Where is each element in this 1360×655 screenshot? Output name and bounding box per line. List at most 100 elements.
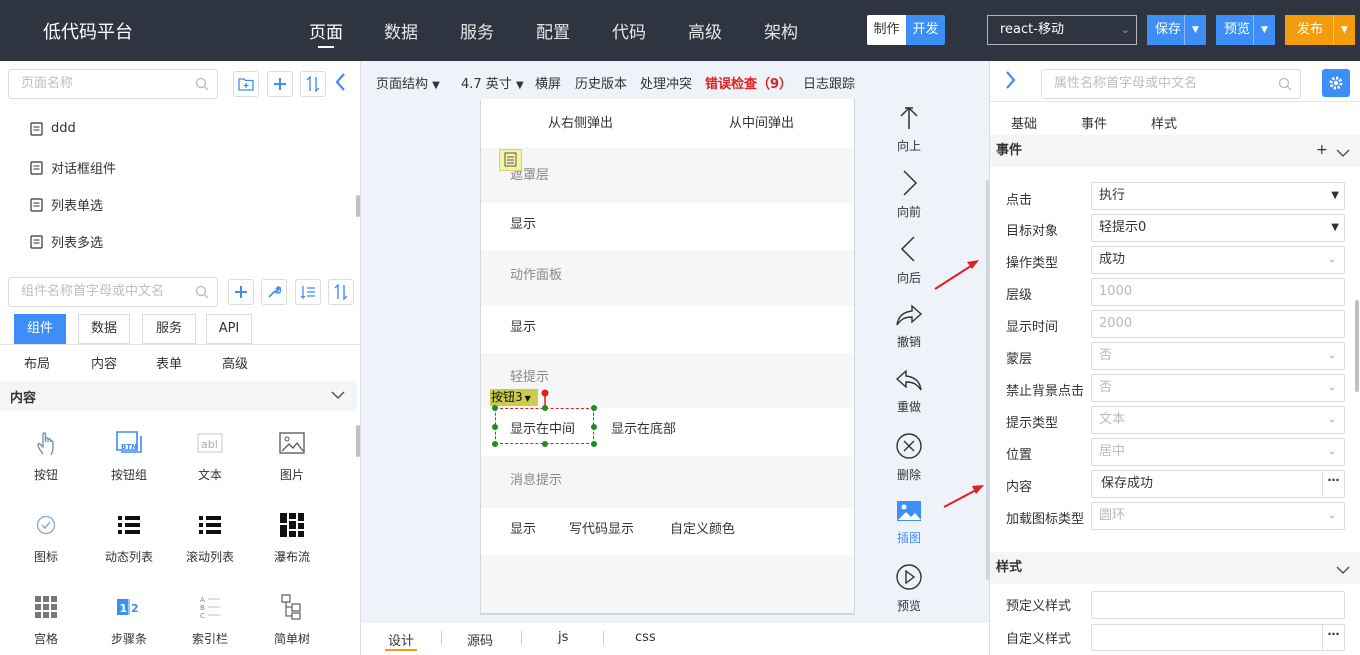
more-icon[interactable]: ⋯	[1322, 471, 1344, 497]
tab-source[interactable]: 源码	[467, 630, 493, 649]
page-search-input[interactable]: 页面名称	[8, 69, 218, 99]
component-marker-icon[interactable]	[499, 149, 522, 171]
z-index-input[interactable]: 1000	[1091, 278, 1345, 306]
subcat-layout[interactable]: 布局	[24, 353, 50, 372]
nav-advanced[interactable]: 高级	[688, 18, 722, 43]
property-search-input[interactable]: 属性名称首字母或中文名	[1041, 69, 1301, 99]
landscape-button[interactable]: 横屏	[535, 73, 561, 92]
prop-tab-style[interactable]: 样式	[1151, 113, 1177, 132]
nav-page[interactable]: 页面	[309, 18, 343, 43]
add-folder-button[interactable]	[233, 71, 259, 97]
tab-service[interactable]: 服务	[142, 314, 196, 344]
phone-preview[interactable]: 从右侧弹出 从中间弹出 遮罩层 显示 动作面板 显示 轻提示 显示在中间 显示在…	[480, 99, 855, 614]
nav-code[interactable]: 代码	[612, 18, 646, 43]
predefined-style-input[interactable]	[1091, 591, 1345, 619]
nav-config[interactable]: 配置	[536, 18, 570, 43]
component-button[interactable]: 按钮	[11, 426, 81, 483]
move-up-button[interactable]: 向上	[893, 105, 925, 154]
selection-handles[interactable]	[490, 403, 600, 449]
custom-style-input[interactable]: ⋯	[1091, 624, 1345, 651]
show-action-panel-button[interactable]: 显示	[510, 316, 536, 335]
add-component-button[interactable]	[228, 279, 254, 305]
settings-tool-button[interactable]	[261, 279, 287, 305]
event-section-header[interactable]: 事件	[990, 135, 1360, 167]
sort-components-button[interactable]	[328, 279, 354, 305]
mask-select[interactable]: 否 ⌄	[1091, 342, 1345, 370]
page-list-item[interactable]: 列表多选	[30, 232, 103, 251]
subcat-form[interactable]: 表单	[156, 353, 182, 372]
preview-tool-button[interactable]: 预览	[893, 563, 925, 614]
add-event-icon[interactable]: +	[1316, 142, 1328, 158]
expand-panel-icon[interactable]	[1005, 70, 1017, 94]
log-trace-button[interactable]: 日志跟踪	[803, 73, 855, 92]
popup-right-button[interactable]: 从右侧弹出	[548, 112, 613, 131]
insert-image-button[interactable]: 插图	[893, 499, 925, 546]
property-scrollbar[interactable]	[1355, 300, 1359, 392]
publish-dropdown-icon[interactable]: ▼	[1333, 15, 1355, 45]
page-list-item[interactable]: ddd	[30, 121, 76, 136]
popup-center-button[interactable]: 从中间弹出	[729, 112, 794, 131]
add-page-button[interactable]	[267, 71, 293, 97]
error-check-button[interactable]: 错误检查（9）	[705, 73, 792, 92]
component-index-bar[interactable]: ABC 索引栏	[175, 590, 245, 647]
mode-dev-button[interactable]: 开发	[906, 15, 945, 45]
property-settings-button[interactable]	[1322, 69, 1350, 97]
code-show-message-button[interactable]: 写代码显示	[569, 518, 634, 537]
custom-color-button[interactable]: 自定义颜色	[670, 518, 735, 537]
show-mask-button[interactable]: 显示	[510, 213, 536, 232]
move-forward-button[interactable]: 向前	[893, 169, 925, 220]
save-dropdown-icon[interactable]: ▼	[1184, 15, 1206, 45]
click-action-select[interactable]: 执行 ▼	[1091, 182, 1345, 210]
page-list-item[interactable]: 对话框组件	[30, 158, 116, 177]
chevron-down-icon[interactable]	[331, 389, 345, 404]
component-scroll-list[interactable]: 滚动列表	[175, 508, 245, 565]
content-section-header[interactable]	[0, 381, 357, 411]
device-select[interactable]: react-移动 ⌄	[987, 15, 1137, 45]
screen-size-select[interactable]: 4.7 英寸 ▼	[461, 73, 524, 92]
component-grid[interactable]: 宫格	[11, 590, 81, 647]
subcat-advanced[interactable]: 高级	[222, 353, 248, 372]
mode-make-button[interactable]: 制作	[867, 15, 906, 45]
undo-button[interactable]: 撤销	[893, 303, 925, 350]
save-button[interactable]: 保存 ▼	[1147, 15, 1206, 45]
subcat-content[interactable]: 内容	[91, 353, 117, 372]
component-simple-tree[interactable]: 简单树	[257, 590, 327, 647]
chevron-down-icon[interactable]	[1336, 564, 1350, 579]
component-icon[interactable]: 图标	[11, 508, 81, 565]
list-order-button[interactable]	[295, 279, 321, 305]
preview-button[interactable]: 预览 ▼	[1216, 15, 1275, 45]
tab-css[interactable]: css	[635, 630, 656, 645]
component-dynamic-list[interactable]: 动态列表	[94, 508, 164, 565]
page-list-scrollbar[interactable]	[356, 195, 360, 217]
prop-tab-events[interactable]: 事件	[1081, 113, 1107, 132]
component-image[interactable]: 图片	[257, 426, 327, 483]
component-text[interactable]: abl 文本	[175, 426, 245, 483]
component-steps[interactable]: 12 步骤条	[94, 590, 164, 647]
component-button-group[interactable]: BTN 按钮组	[94, 426, 164, 483]
tab-data[interactable]: 数据	[78, 314, 130, 344]
content-input[interactable]: 保存成功 ⋯	[1091, 470, 1345, 498]
toast-type-select[interactable]: 文本 ⌄	[1091, 406, 1345, 434]
history-button[interactable]: 历史版本	[575, 73, 627, 92]
tab-api[interactable]: API	[206, 314, 252, 344]
nav-data[interactable]: 数据	[384, 18, 418, 43]
component-waterfall[interactable]: 瀑布流	[257, 508, 327, 565]
nav-architecture[interactable]: 架构	[764, 18, 798, 43]
page-structure-button[interactable]: 页面结构 ▼	[376, 73, 440, 92]
position-select[interactable]: 居中 ⌄	[1091, 438, 1345, 466]
tab-design[interactable]: 设计	[388, 630, 414, 649]
more-icon[interactable]: ⋯	[1322, 625, 1344, 651]
chevron-down-icon[interactable]	[1336, 147, 1350, 162]
style-section-header[interactable]: 样式	[990, 552, 1360, 584]
preview-dropdown-icon[interactable]: ▼	[1253, 15, 1275, 45]
show-message-button[interactable]: 显示	[510, 518, 536, 537]
target-object-select[interactable]: 轻提示0 ▼	[1091, 214, 1345, 242]
page-list-item[interactable]: 列表单选	[30, 195, 103, 214]
loading-icon-type-select[interactable]: 圆环 ⌄	[1091, 502, 1345, 530]
move-back-button[interactable]: 向后	[893, 235, 925, 286]
display-time-input[interactable]: 2000	[1091, 310, 1345, 338]
toast-bottom-button[interactable]: 显示在底部	[611, 418, 676, 437]
collapse-left-panel-icon[interactable]	[334, 72, 346, 96]
nav-service[interactable]: 服务	[460, 18, 494, 43]
tab-components[interactable]: 组件	[14, 314, 66, 344]
